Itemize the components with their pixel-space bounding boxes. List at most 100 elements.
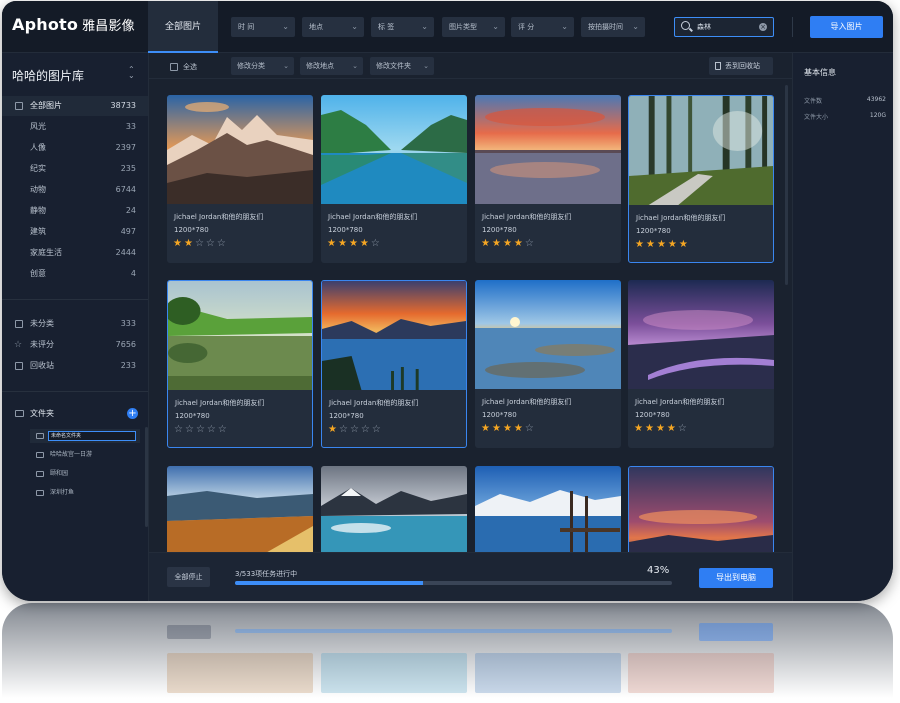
- star-empty-icon[interactable]: ☆: [525, 423, 536, 434]
- rating-stars[interactable]: ★★★★☆: [481, 238, 536, 249]
- star-filled-icon[interactable]: ★: [679, 239, 690, 250]
- star-empty-icon[interactable]: ☆: [195, 238, 206, 249]
- add-folder-button[interactable]: +: [127, 408, 138, 419]
- star-empty-icon[interactable]: ☆: [339, 424, 350, 435]
- photo-card[interactable]: [628, 466, 774, 552]
- rating-stars[interactable]: ★★★★☆: [327, 238, 382, 249]
- star-empty-icon[interactable]: ☆: [371, 238, 382, 249]
- star-empty-icon[interactable]: ☆: [185, 424, 196, 435]
- photo-card[interactable]: Jichael Jordan和他的朋友们 1200*780 ★★★★☆: [475, 280, 621, 448]
- search-input[interactable]: 森林 ×: [674, 17, 774, 37]
- star-filled-icon[interactable]: ★: [645, 423, 656, 434]
- star-empty-icon[interactable]: ☆: [207, 424, 218, 435]
- star-filled-icon[interactable]: ★: [657, 239, 668, 250]
- edit-folder-button[interactable]: 修改文件夹 ⌄: [370, 57, 434, 75]
- filter-tag[interactable]: 标 签 ⌄: [371, 17, 434, 37]
- star-empty-icon[interactable]: ☆: [196, 424, 207, 435]
- folder-item-summer-palace[interactable]: 颐和园: [30, 467, 140, 481]
- photo-card[interactable]: Jichael Jordan和他的朋友们 1200*780 ★★★★☆: [321, 95, 467, 263]
- folder-item-new[interactable]: 未命名文件夹: [30, 429, 140, 443]
- sidebar-item-still-life[interactable]: 静物 24: [2, 201, 148, 221]
- star-filled-icon[interactable]: ★: [173, 238, 184, 249]
- sidebar-item-recycle-bin[interactable]: 回收站 233: [2, 356, 148, 376]
- rating-stars[interactable]: ★★★★★: [635, 239, 690, 250]
- star-filled-icon[interactable]: ★: [667, 423, 678, 434]
- star-filled-icon[interactable]: ★: [327, 238, 338, 249]
- star-filled-icon[interactable]: ★: [656, 423, 667, 434]
- folder-item-forbidden-city[interactable]: 哈哈故宫一日游: [30, 448, 140, 462]
- stop-all-button[interactable]: 全部停止: [167, 567, 210, 587]
- rating-stars[interactable]: ★★☆☆☆: [173, 238, 228, 249]
- folder-section-title: 文件夹: [30, 409, 54, 418]
- move-to-recycle-button[interactable]: 丢到回收站: [709, 57, 773, 75]
- rating-stars[interactable]: ★★★★☆: [481, 423, 536, 434]
- rating-stars[interactable]: ★☆☆☆☆: [328, 424, 383, 435]
- filter-image-type[interactable]: 图片类型 ⌄: [442, 17, 505, 37]
- rating-stars[interactable]: ★★★★☆: [634, 423, 689, 434]
- sidebar-item-landscape[interactable]: 风光 33: [2, 117, 148, 137]
- select-all-checkbox[interactable]: [170, 63, 178, 71]
- folder-name-input[interactable]: 未命名文件夹: [48, 431, 136, 441]
- import-photos-button[interactable]: 导入图片: [810, 16, 883, 38]
- grid-scrollbar[interactable]: [785, 85, 788, 285]
- photo-card[interactable]: Jichael Jordan和他的朋友们 1200*780 ★★★★★: [628, 95, 774, 263]
- star-filled-icon[interactable]: ★: [492, 423, 503, 434]
- sidebar-item-creative[interactable]: 创意 4: [2, 264, 148, 284]
- rating-stars[interactable]: ☆☆☆☆☆: [174, 424, 229, 435]
- star-empty-icon[interactable]: ☆: [372, 424, 383, 435]
- edit-category-button[interactable]: 修改分类 ⌄: [231, 57, 294, 75]
- star-filled-icon[interactable]: ★: [514, 238, 525, 249]
- sidebar-item-architecture[interactable]: 建筑 497: [2, 222, 148, 242]
- library-switch-icon[interactable]: ⌃ ⌄: [128, 66, 135, 80]
- star-empty-icon[interactable]: ☆: [350, 424, 361, 435]
- sidebar-item-documentary[interactable]: 纪实 235: [2, 159, 148, 179]
- star-filled-icon[interactable]: ★: [338, 238, 349, 249]
- star-filled-icon[interactable]: ★: [503, 238, 514, 249]
- star-filled-icon[interactable]: ★: [184, 238, 195, 249]
- clear-icon[interactable]: ×: [759, 23, 767, 31]
- export-to-computer-button[interactable]: 导出到电脑: [699, 568, 773, 588]
- sidebar-item-all[interactable]: 全部图片 38733: [2, 96, 148, 116]
- photo-card[interactable]: Jichael Jordan和他的朋友们 1200*780 ★★☆☆☆: [167, 95, 313, 263]
- photo-card[interactable]: [475, 466, 621, 552]
- photo-card[interactable]: Jichael Jordan和他的朋友们 1200*780 ★☆☆☆☆: [321, 280, 467, 448]
- photo-card[interactable]: Jichael Jordan和他的朋友们 1200*780 ★★★★☆: [475, 95, 621, 263]
- star-empty-icon[interactable]: ☆: [217, 238, 228, 249]
- star-empty-icon[interactable]: ☆: [218, 424, 229, 435]
- photo-card[interactable]: [167, 466, 313, 552]
- star-filled-icon[interactable]: ★: [349, 238, 360, 249]
- star-filled-icon[interactable]: ★: [668, 239, 679, 250]
- sidebar-item-uncategorized[interactable]: 未分类 333: [2, 314, 148, 334]
- filter-location[interactable]: 地点 ⌄: [302, 17, 364, 37]
- tab-all-photos[interactable]: 全部图片: [148, 1, 218, 53]
- sidebar-scrollbar[interactable]: [145, 427, 148, 527]
- filter-rating[interactable]: 评 分 ⌄: [511, 17, 574, 37]
- star-empty-icon[interactable]: ☆: [678, 423, 689, 434]
- photo-card[interactable]: [321, 466, 467, 552]
- sort-by-shot-time[interactable]: 按拍摄时间 ⌄: [581, 17, 645, 37]
- star-empty-icon[interactable]: ☆: [361, 424, 372, 435]
- star-empty-icon[interactable]: ☆: [525, 238, 536, 249]
- star-filled-icon[interactable]: ★: [360, 238, 371, 249]
- star-filled-icon[interactable]: ★: [492, 238, 503, 249]
- star-filled-icon[interactable]: ★: [646, 239, 657, 250]
- folder-item-shenzhen-fishing[interactable]: 深圳打鱼: [30, 486, 140, 500]
- sidebar-item-animals[interactable]: 动物 6744: [2, 180, 148, 200]
- sidebar-item-unrated[interactable]: ☆ 未评分 7656: [2, 335, 148, 355]
- chevron-down-icon: ⌄: [632, 22, 639, 31]
- star-filled-icon[interactable]: ★: [481, 238, 492, 249]
- star-filled-icon[interactable]: ★: [503, 423, 514, 434]
- filter-time[interactable]: 时 间 ⌄: [231, 17, 295, 37]
- photo-card[interactable]: Jichael Jordan和他的朋友们 1200*780 ☆☆☆☆☆: [167, 280, 313, 448]
- photo-card[interactable]: Jichael Jordan和他的朋友们 1200*780 ★★★★☆: [628, 280, 774, 448]
- star-empty-icon[interactable]: ☆: [206, 238, 217, 249]
- star-empty-icon[interactable]: ☆: [174, 424, 185, 435]
- star-filled-icon[interactable]: ★: [514, 423, 525, 434]
- star-filled-icon[interactable]: ★: [328, 424, 339, 435]
- sidebar-item-family[interactable]: 家庭生活 2444: [2, 243, 148, 263]
- edit-location-button[interactable]: 修改地点 ⌄: [300, 57, 363, 75]
- sidebar-item-portrait[interactable]: 人像 2397: [2, 138, 148, 158]
- star-filled-icon[interactable]: ★: [634, 423, 645, 434]
- star-filled-icon[interactable]: ★: [635, 239, 646, 250]
- star-filled-icon[interactable]: ★: [481, 423, 492, 434]
